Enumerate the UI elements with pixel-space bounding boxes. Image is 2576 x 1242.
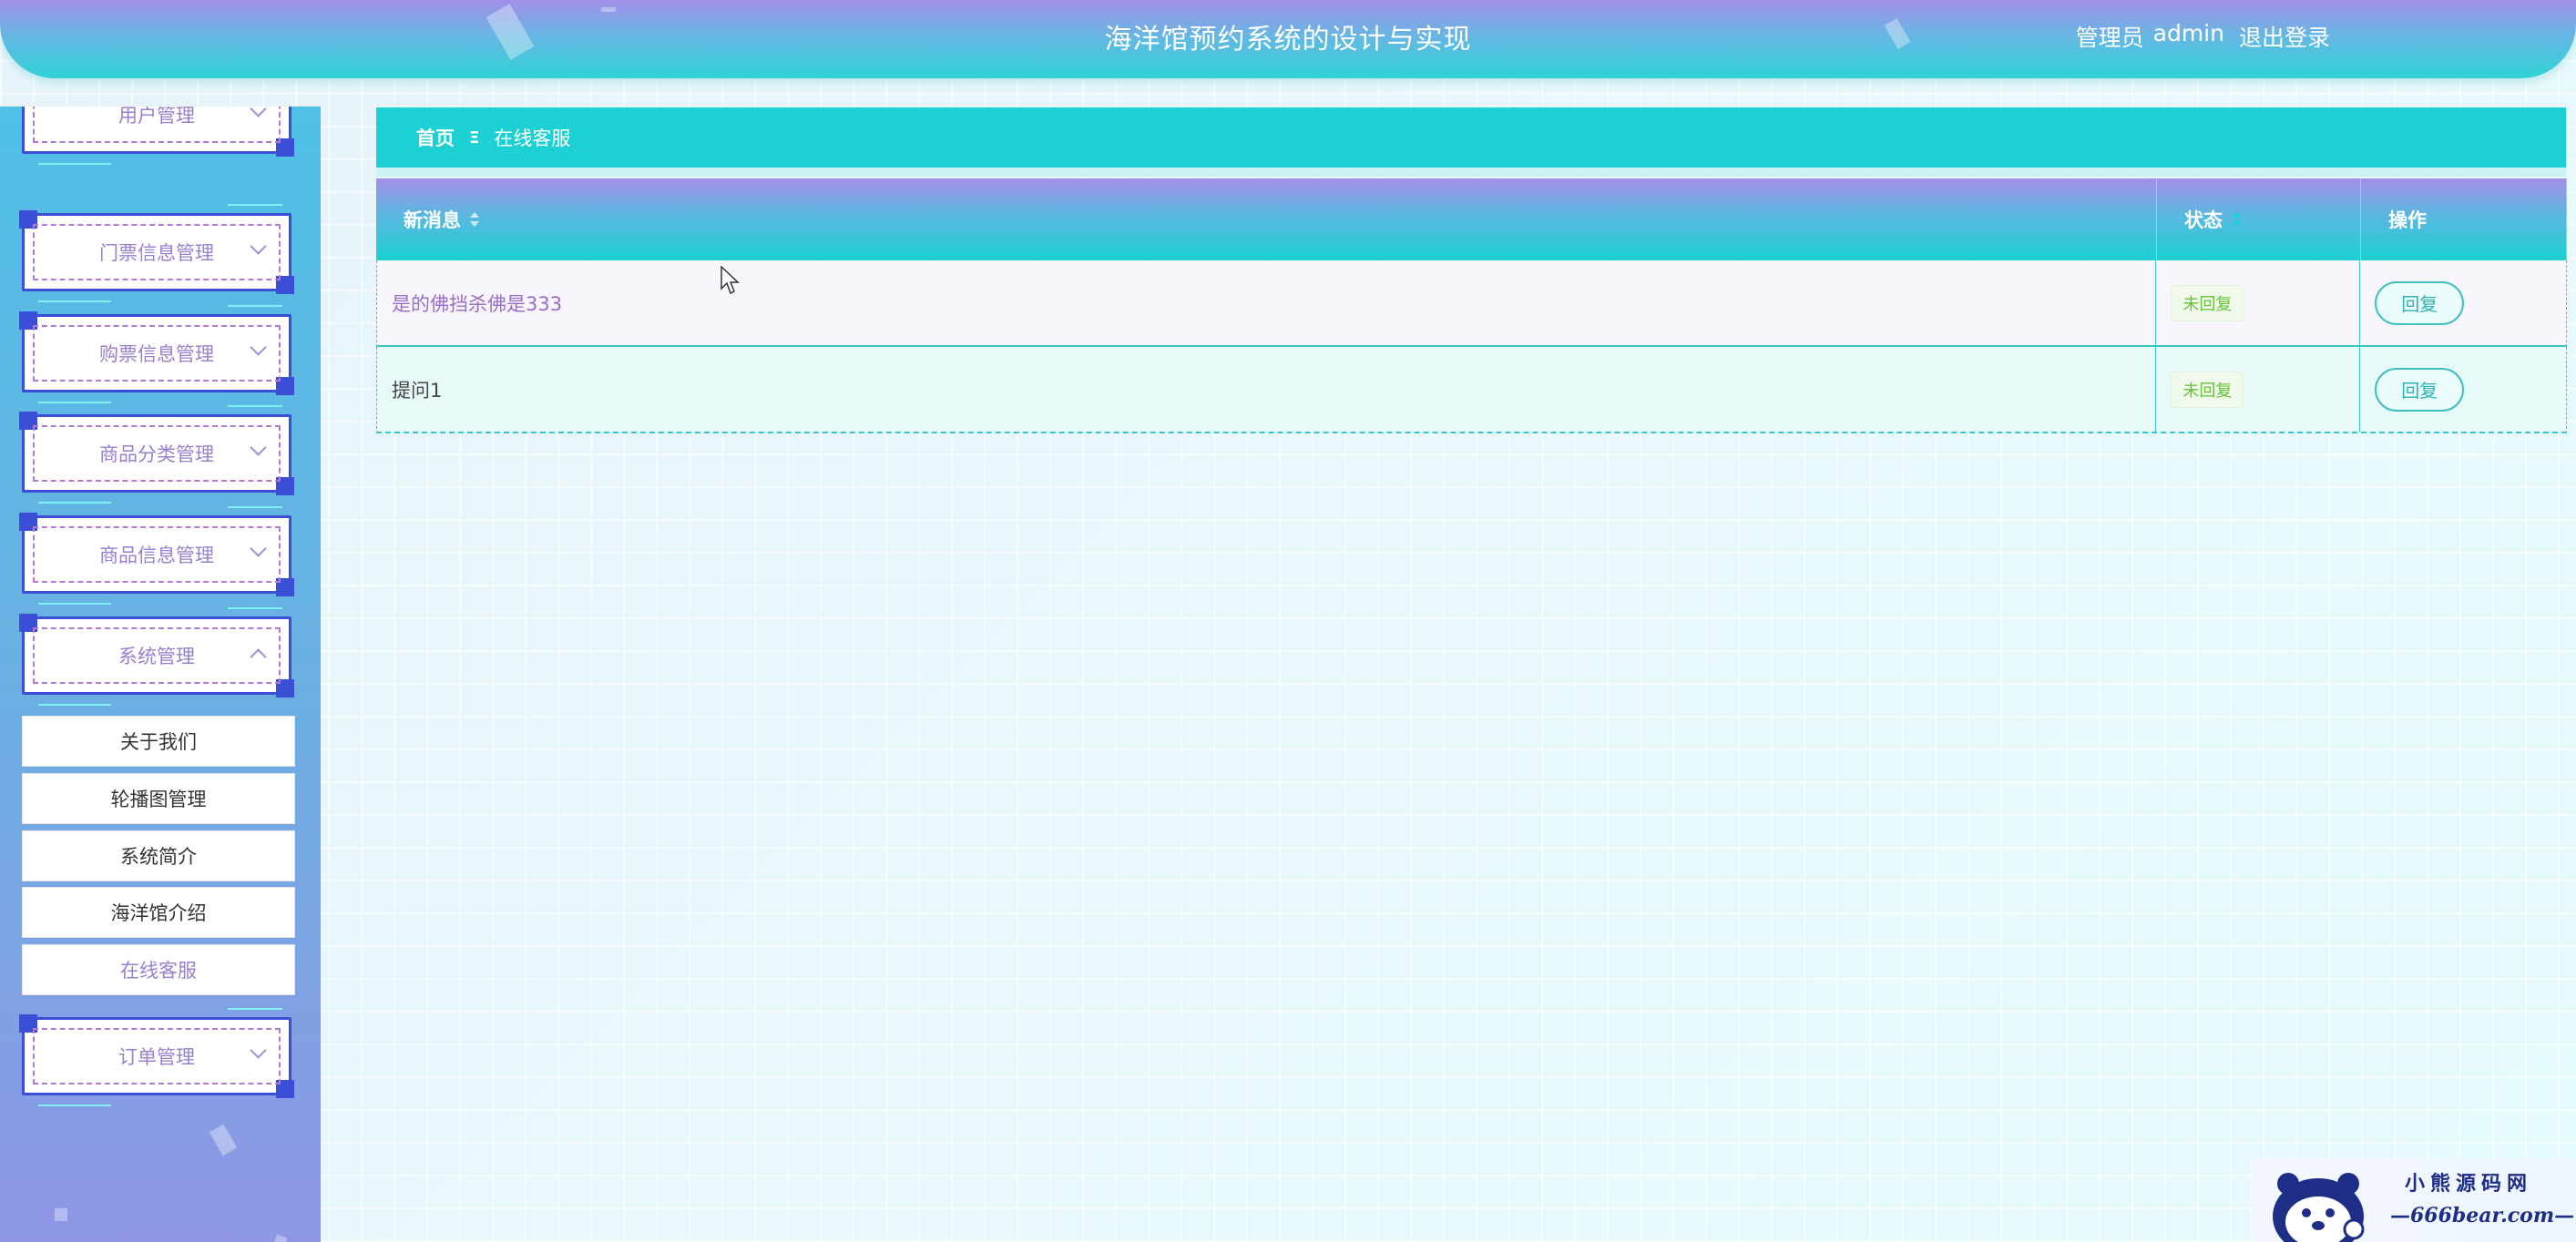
watermark-logo: 小熊源码网 —666bear.com— — [2250, 1158, 2576, 1242]
column-header-action: 操作 — [2361, 178, 2567, 260]
user-area: 管理员 admin 退出登录 — [2076, 20, 2330, 53]
menu-label: 用户管理 — [33, 107, 281, 143]
menu-label: 订单管理 — [33, 1028, 281, 1084]
mouse-cursor-icon — [721, 266, 740, 295]
decor-shape — [601, 7, 616, 12]
reply-button[interactable]: 回复 — [2375, 280, 2465, 325]
sort-icon[interactable] — [470, 212, 479, 227]
watermark-site: —666bear.com— — [2390, 1204, 2575, 1227]
menu-label: 门票信息管理 — [33, 224, 281, 280]
breadcrumb-separator-icon: Ξ — [469, 127, 480, 148]
submenu-aquarium-intro[interactable]: 海洋馆介绍 — [22, 887, 295, 938]
decor-shape — [209, 1124, 238, 1156]
submenu-online-service[interactable]: 在线客服 — [22, 944, 295, 995]
breadcrumb-current: 在线客服 — [494, 127, 571, 149]
status-cell: 未回复 — [2156, 260, 2361, 345]
menu-product-management[interactable]: 商品信息管理 — [19, 506, 294, 605]
decor-shape — [270, 1234, 288, 1242]
sidebar: 用户管理 门票信息管理 购票信息管理 商品分类管理 商品信息管理 系统管理 关于… — [0, 107, 321, 1242]
column-header-label: 状态 — [2184, 209, 2223, 231]
table-row: 提问1 未回复 回复 — [376, 347, 2567, 433]
column-header-message[interactable]: 新消息 — [376, 178, 2157, 260]
decor-shape — [55, 1208, 67, 1221]
menu-label: 系统管理 — [33, 627, 281, 684]
breadcrumb: 首页 Ξ 在线客服 — [376, 107, 2566, 168]
status-cell: 未回复 — [2156, 347, 2361, 432]
username: admin — [2152, 20, 2224, 46]
action-cell: 回复 — [2360, 260, 2566, 345]
user-role: 管理员 — [2075, 25, 2144, 51]
status-badge: 未回复 — [2171, 371, 2244, 408]
messages-table: 新消息 状态 操作 是的佛挡杀佛是333 未回复 回复 提问1 未回复 回复 — [376, 178, 2567, 433]
menu-label: 商品信息管理 — [33, 526, 281, 583]
menu-ticket-management[interactable]: 门票信息管理 — [19, 204, 294, 302]
message-cell: 是的佛挡杀佛是333 — [377, 260, 2157, 345]
menu-user-management[interactable]: 用户管理 — [22, 107, 294, 165]
menu-category-management[interactable]: 商品分类管理 — [19, 405, 294, 504]
logout-link[interactable]: 退出登录 — [2239, 20, 2330, 53]
menu-system-management[interactable]: 系统管理 — [19, 607, 294, 706]
column-header-label: 操作 — [2388, 209, 2427, 231]
column-header-label: 新消息 — [404, 209, 461, 231]
breadcrumb-underline — [376, 168, 2566, 177]
bear-logo-icon — [2273, 1173, 2365, 1242]
menu-label: 购票信息管理 — [33, 325, 281, 382]
watermark-name: 小熊源码网 — [2405, 1172, 2533, 1196]
reply-button[interactable]: 回复 — [2375, 367, 2465, 412]
submenu-carousel-management[interactable]: 轮播图管理 — [22, 773, 295, 824]
submenu-system-intro[interactable]: 系统简介 — [22, 830, 295, 881]
table-row: 是的佛挡杀佛是333 未回复 回复 — [376, 260, 2567, 347]
status-badge: 未回复 — [2171, 284, 2244, 321]
sort-icon[interactable] — [2232, 212, 2241, 227]
message-cell: 提问1 — [377, 347, 2157, 432]
column-header-status[interactable]: 状态 — [2157, 178, 2361, 260]
submenu-about-us[interactable]: 关于我们 — [22, 716, 295, 767]
menu-order-management[interactable]: 订单管理 — [19, 1008, 294, 1106]
action-cell: 回复 — [2360, 347, 2566, 432]
top-header: 海洋馆预约系统的设计与实现 管理员 admin 退出登录 — [0, 0, 2576, 78]
breadcrumb-home[interactable]: 首页 — [416, 124, 455, 151]
menu-purchase-management[interactable]: 购票信息管理 — [19, 305, 294, 403]
table-header: 新消息 状态 操作 — [376, 178, 2567, 260]
menu-label: 商品分类管理 — [33, 425, 281, 482]
